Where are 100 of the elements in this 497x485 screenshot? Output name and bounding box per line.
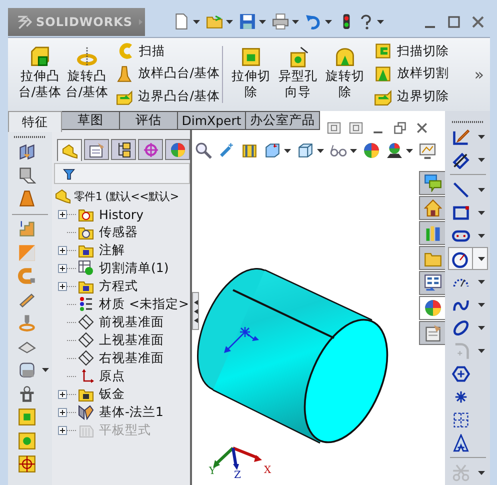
manager-tab[interactable] — [165, 139, 190, 160]
printer-icon[interactable] — [272, 13, 289, 30]
caret-icon[interactable] — [478, 326, 484, 330]
task-pane-tab[interactable] — [419, 171, 445, 195]
ribbon-button[interactable]: 扫描 — [116, 42, 220, 60]
caret-icon[interactable] — [478, 188, 484, 192]
restore-icon[interactable] — [393, 121, 407, 135]
manager-tab[interactable] — [57, 139, 82, 161]
cylinder-drawing[interactable] — [197, 268, 388, 444]
caret-icon[interactable] — [478, 470, 484, 474]
tree-item[interactable]: 钣金 — [78, 386, 125, 402]
caret-icon[interactable] — [226, 20, 233, 24]
tree-item[interactable]: 切割清单(1) — [78, 260, 169, 276]
ribbon-button[interactable]: 异型孔向导 — [276, 38, 320, 111]
caret-icon[interactable] — [478, 280, 484, 284]
tree-item[interactable]: 注解 — [78, 242, 125, 258]
document-icon[interactable] — [173, 13, 190, 30]
caret-icon[interactable] — [478, 234, 484, 238]
ribbon-button[interactable]: 边界凸台/基体 — [116, 88, 220, 106]
tab[interactable]: 评估 — [120, 111, 178, 130]
expand-icon[interactable] — [58, 246, 67, 254]
stairs-icon[interactable] — [18, 220, 36, 238]
magnet-icon[interactable] — [18, 267, 36, 286]
caret-icon[interactable] — [377, 20, 384, 24]
tree-item[interactable]: 原点 — [78, 368, 125, 384]
expand-icon[interactable] — [58, 408, 67, 416]
task-pane-tab[interactable] — [419, 196, 445, 220]
caret-icon[interactable] — [317, 148, 324, 152]
hook-icon[interactable] — [18, 384, 36, 403]
caret-icon[interactable] — [259, 20, 266, 24]
expand-icon[interactable] — [58, 210, 67, 218]
caret-icon[interactable] — [478, 348, 484, 352]
tile-icon[interactable] — [349, 121, 363, 135]
close-icon[interactable] — [470, 14, 486, 30]
tree-item[interactable]: 方程式 — [78, 278, 138, 294]
ribbon-button[interactable]: 放样切割 — [374, 64, 472, 83]
caret-icon[interactable] — [478, 158, 484, 162]
tree-item[interactable]: 基体-法兰1 — [78, 404, 164, 420]
ribbon-button[interactable]: 拉伸凸台/基体 — [18, 38, 62, 111]
tree-item[interactable]: 零件1 (默认<<默认> — [55, 188, 179, 204]
glasses-icon[interactable] — [330, 142, 347, 159]
framed-block-icon[interactable] — [18, 408, 36, 426]
task-pane-tab[interactable] — [419, 321, 445, 345]
caret-icon[interactable] — [478, 210, 484, 214]
shell-icon[interactable] — [18, 361, 36, 380]
maximize-icon[interactable] — [446, 14, 462, 30]
tree-item[interactable]: 材质 <未指定> — [78, 296, 189, 312]
tree-item[interactable]: 传感器 — [78, 224, 138, 240]
magnifier-icon[interactable] — [195, 142, 212, 159]
wand-icon[interactable] — [218, 142, 235, 159]
ball-stand-icon[interactable] — [386, 142, 403, 159]
ribbon-button[interactable]: 扫描切除 — [374, 42, 472, 60]
tree-item[interactable]: History — [78, 206, 144, 222]
caret-icon[interactable] — [478, 134, 484, 138]
task-pane-tab[interactable] — [419, 271, 445, 295]
caret-icon[interactable] — [193, 20, 200, 24]
tab[interactable]: 办公室产品 — [246, 111, 320, 130]
ribbon-button[interactable]: 放样凸台/基体 — [116, 64, 220, 83]
caret-icon[interactable] — [284, 148, 291, 152]
ribbon-button[interactable]: 边界切除 — [374, 88, 472, 106]
caret-icon[interactable] — [42, 368, 49, 372]
caret-icon[interactable] — [292, 20, 299, 24]
view-cube-icon[interactable] — [264, 142, 281, 159]
section-icon[interactable] — [241, 142, 258, 159]
close-icon[interactable] — [415, 121, 429, 135]
tab[interactable]: DimXpert — [178, 111, 246, 130]
expand-icon[interactable] — [58, 264, 67, 272]
caret-icon[interactable] — [350, 148, 357, 152]
cube-icon[interactable] — [18, 166, 36, 184]
ribbon-button[interactable]: 旋转凸台/基体 — [65, 38, 109, 111]
tree-item[interactable]: 上视基准面 — [78, 332, 164, 348]
grid-block-icon[interactable] — [18, 455, 36, 474]
cone-icon[interactable] — [18, 190, 36, 208]
ball-block-icon[interactable] — [18, 432, 36, 450]
tile-icon[interactable] — [327, 121, 341, 135]
help-icon[interactable] — [358, 14, 374, 30]
panels-icon[interactable] — [18, 142, 36, 161]
cube-icon[interactable] — [297, 142, 314, 159]
expand-icon[interactable] — [58, 390, 67, 398]
expand-icon[interactable] — [58, 282, 67, 290]
tree-item[interactable]: 右视基准面 — [78, 350, 164, 366]
pin-icon[interactable] — [18, 314, 36, 332]
caret-icon[interactable] — [406, 148, 413, 152]
circle-icon — [451, 250, 469, 268]
monitor-icon[interactable] — [419, 142, 436, 159]
caret-icon[interactable] — [325, 20, 332, 24]
ribbon-button[interactable]: 拉伸切除 — [228, 38, 273, 111]
tab[interactable]: 特征 — [8, 111, 62, 132]
caret-icon[interactable] — [478, 256, 484, 260]
manager-tab[interactable] — [111, 139, 136, 160]
manager-tab[interactable] — [84, 139, 109, 160]
more-commands-button[interactable]: » — [472, 65, 486, 84]
color-ball-icon[interactable] — [363, 142, 380, 159]
books-icon — [424, 224, 442, 242]
ribbon-button[interactable]: 旋转切除 — [322, 38, 367, 111]
tab[interactable]: 草图 — [62, 111, 120, 130]
caret-icon[interactable] — [478, 302, 484, 306]
task-pane-tab[interactable] — [419, 296, 445, 320]
collapse-handle[interactable] — [192, 292, 199, 330]
tree-item[interactable]: 前视基准面 — [78, 314, 164, 330]
